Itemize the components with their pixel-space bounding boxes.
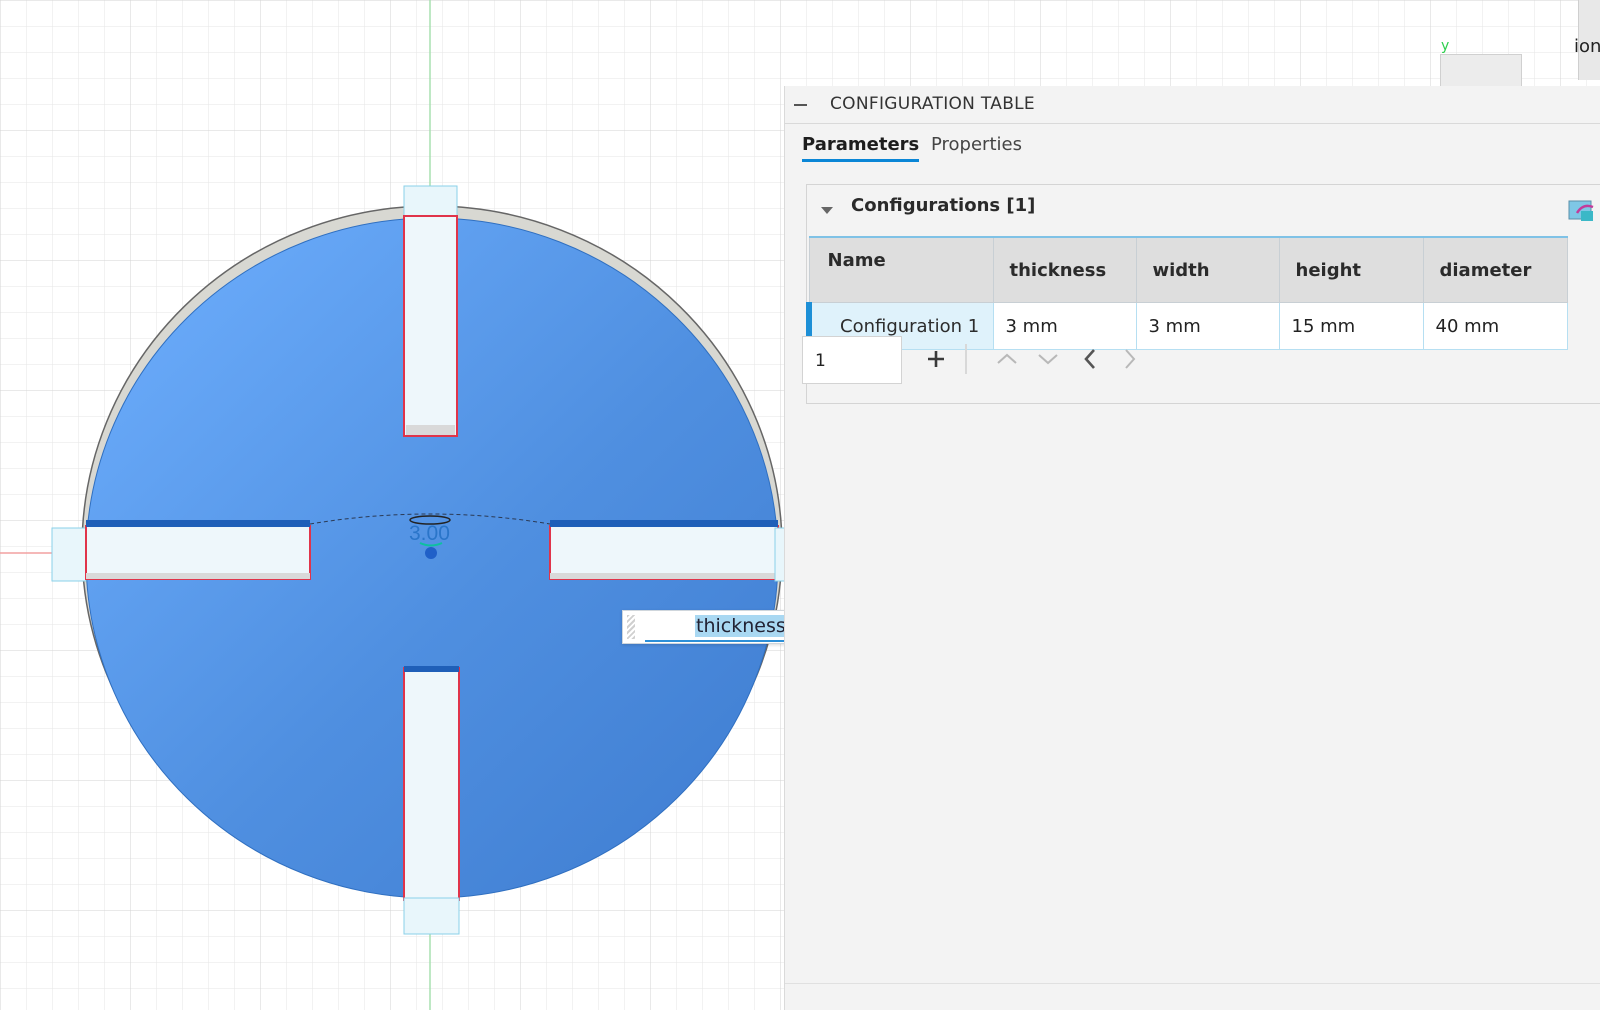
sketch-origin-point: [425, 547, 437, 559]
column-header-height[interactable]: height: [1278, 236, 1424, 303]
slot-right: [549, 525, 779, 580]
column-header-name[interactable]: Name: [808, 236, 994, 303]
corner-label: ion: [1574, 36, 1600, 57]
dimension-input-value[interactable]: thickness: [695, 615, 787, 637]
column-header-diameter[interactable]: diameter: [1422, 236, 1568, 303]
slot-left-sketch: [51, 527, 87, 582]
move-up-icon[interactable]: [993, 344, 1021, 374]
expand-caret-icon[interactable]: [821, 207, 833, 214]
move-down-icon[interactable]: [1034, 344, 1062, 374]
viewcube[interactable]: [1440, 54, 1522, 88]
table-header-row: Name thickness width height diameter: [808, 236, 1568, 303]
cell-diameter[interactable]: 40 mm: [1422, 302, 1568, 350]
column-header-thickness[interactable]: thickness: [992, 236, 1137, 303]
column-header-width[interactable]: width: [1135, 236, 1280, 303]
slot-top-sketch: [403, 185, 458, 219]
table-toolbar: 1: [802, 336, 1222, 386]
cell-height[interactable]: 15 mm: [1278, 302, 1424, 350]
add-row-icon[interactable]: [922, 344, 950, 374]
panel-footer-divider: [785, 983, 1600, 984]
axis-y-label: y: [1441, 38, 1450, 54]
spreadsheet-icon[interactable]: [1567, 197, 1595, 223]
dimension-label: 3.00: [409, 522, 450, 545]
chevron-left-icon[interactable]: [1076, 344, 1104, 374]
configuration-table-panel: CONFIGURATION TABLE Parameters Propertie…: [784, 86, 1600, 1010]
slot-bottom-sketch: [403, 897, 460, 935]
panel-title: CONFIGURATION TABLE: [830, 94, 1035, 114]
configurations-title: Configurations [1]: [851, 195, 1036, 216]
slot-bottom: [403, 667, 460, 901]
collapse-panel-icon[interactable]: [794, 104, 807, 106]
slot-left: [85, 525, 311, 580]
slot-top: [403, 215, 458, 437]
chevron-right-icon[interactable]: [1116, 344, 1144, 374]
panel-header: CONFIGURATION TABLE: [785, 86, 1600, 124]
tab-parameters[interactable]: Parameters: [802, 134, 920, 162]
configurations-table: Name thickness width height diameter Con…: [806, 236, 1568, 350]
row-count-input[interactable]: 1: [802, 336, 902, 384]
drag-grip-icon[interactable]: [627, 615, 635, 639]
toolbar-divider: [965, 344, 967, 374]
tab-properties[interactable]: Properties: [931, 134, 1022, 159]
